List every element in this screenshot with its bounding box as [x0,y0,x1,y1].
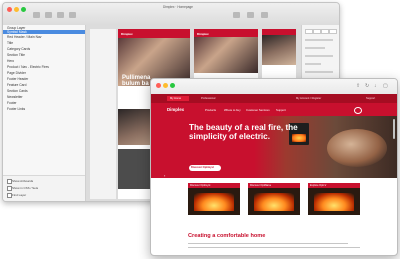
create-symbol-icon[interactable] [57,12,64,18]
layer-item[interactable]: Footer Header [7,77,28,81]
product-card[interactable]: Explore Opti-V [308,183,360,215]
dimplex-logo[interactable]: Dimplex [167,107,184,112]
fire-image [254,193,294,211]
account-link[interactable]: My Account / Register [296,97,321,100]
inspector-row [305,47,325,49]
align-control[interactable] [313,29,321,34]
card-label: Discover Optiflame [250,183,272,187]
share-icon[interactable]: ⇧ [356,84,360,89]
minimize-window-button[interactable] [163,83,168,88]
close-window-button[interactable] [7,7,12,12]
product-card[interactable]: Discover Optiflame [248,183,300,215]
layer-item[interactable]: Red Header / Main Nav [7,35,41,39]
fire-image [194,193,234,211]
nav-customer-services[interactable]: Customer Services [246,108,270,112]
sketch-titlebar: Dimplex · Homepage [3,3,339,26]
product-card[interactable]: Discover Optimyst [188,183,240,215]
layer-item[interactable]: Section Cards [7,89,28,93]
layer-item[interactable]: Hero [7,59,14,63]
layer-item[interactable]: Footer Links [7,107,25,111]
inspector-row [305,39,333,41]
layer-item[interactable]: Section Title [7,53,25,57]
section-title: Creating a comfortable home [188,233,266,239]
zoom-window-button[interactable] [170,83,175,88]
group-icon[interactable] [45,12,52,18]
insert-icon[interactable] [33,12,40,18]
align-control[interactable] [321,29,329,34]
artboard-left[interactable] [90,29,116,199]
layer-item[interactable]: Symbol Mask [7,30,27,34]
zoom-icon[interactable] [69,12,76,18]
card-label: Explore Opti-V [310,183,327,187]
scrollbar[interactable] [393,119,395,139]
search-icon[interactable] [354,107,362,114]
layers-panel: Group Layer Symbol Mask Red Header / Mai… [3,25,86,201]
artboard-hero-image [194,37,258,73]
artboard-logo: Dimplex [121,32,133,36]
layer-item[interactable]: Category Cards [7,47,30,51]
artboard-logo: Dimplex [197,31,209,36]
option-label: Find Layer [12,193,27,197]
hero-family-image [327,129,387,167]
fire-image [314,193,354,211]
paragraph-line [188,247,360,249]
layers-options: Show Artboards Show in CSS / Sets Find L… [3,175,85,201]
layer-item[interactable]: Title [7,41,13,45]
card-label: Discover Optimyst [190,183,211,187]
sketch-document-title: Dimplex · Homepage [163,5,193,9]
layer-item[interactable]: Page Divider [7,71,26,75]
layer-item[interactable]: Footer [7,101,17,105]
tabs-icon[interactable]: ▢ [383,84,388,89]
export-icon[interactable] [247,12,254,18]
close-window-button[interactable] [156,83,161,88]
hero-title: The beauty of a real fire, the simplicit… [189,123,298,141]
align-control[interactable] [329,29,337,34]
hero-cta-label: Discover Optimyst [191,166,214,169]
nav-support[interactable]: Support [276,108,286,112]
download-icon[interactable]: ↓ [374,84,377,89]
artboard-hero-image [262,35,296,65]
inspector-row [305,71,333,73]
mirror-icon[interactable] [233,12,240,18]
paragraph-line [188,243,348,245]
minimize-window-button[interactable] [14,7,19,12]
nav-products[interactable]: Products [205,108,216,112]
inspector-row [305,63,321,65]
support-link[interactable]: Support [366,97,375,100]
nav-where-to-buy[interactable]: Where to buy [224,108,241,112]
layer-item[interactable]: Product / Nav - Electric Fires [7,65,49,69]
reload-icon[interactable]: ↻ [365,84,369,89]
browser-toolbar: ⇧ ↻ ↓ ▢ [151,79,397,95]
layer-item[interactable]: Feature Card [7,83,26,87]
tab-professional[interactable]: Professional [201,97,215,100]
zoom-window-button[interactable] [21,7,26,12]
align-control[interactable] [305,29,313,34]
tab-my-home-label: My Home [170,97,182,100]
option-label: Show in CSS / Sets [12,186,39,190]
option-label: Show Artboards [12,179,34,183]
layer-item[interactable]: Newsletter [7,95,23,99]
inspector-row [305,55,333,57]
carousel-prev-icon[interactable]: ‹ [164,173,165,178]
browser-window: ⇧ ↻ ↓ ▢ My Home Professional My Account … [150,78,398,256]
view-icon[interactable] [261,12,268,18]
